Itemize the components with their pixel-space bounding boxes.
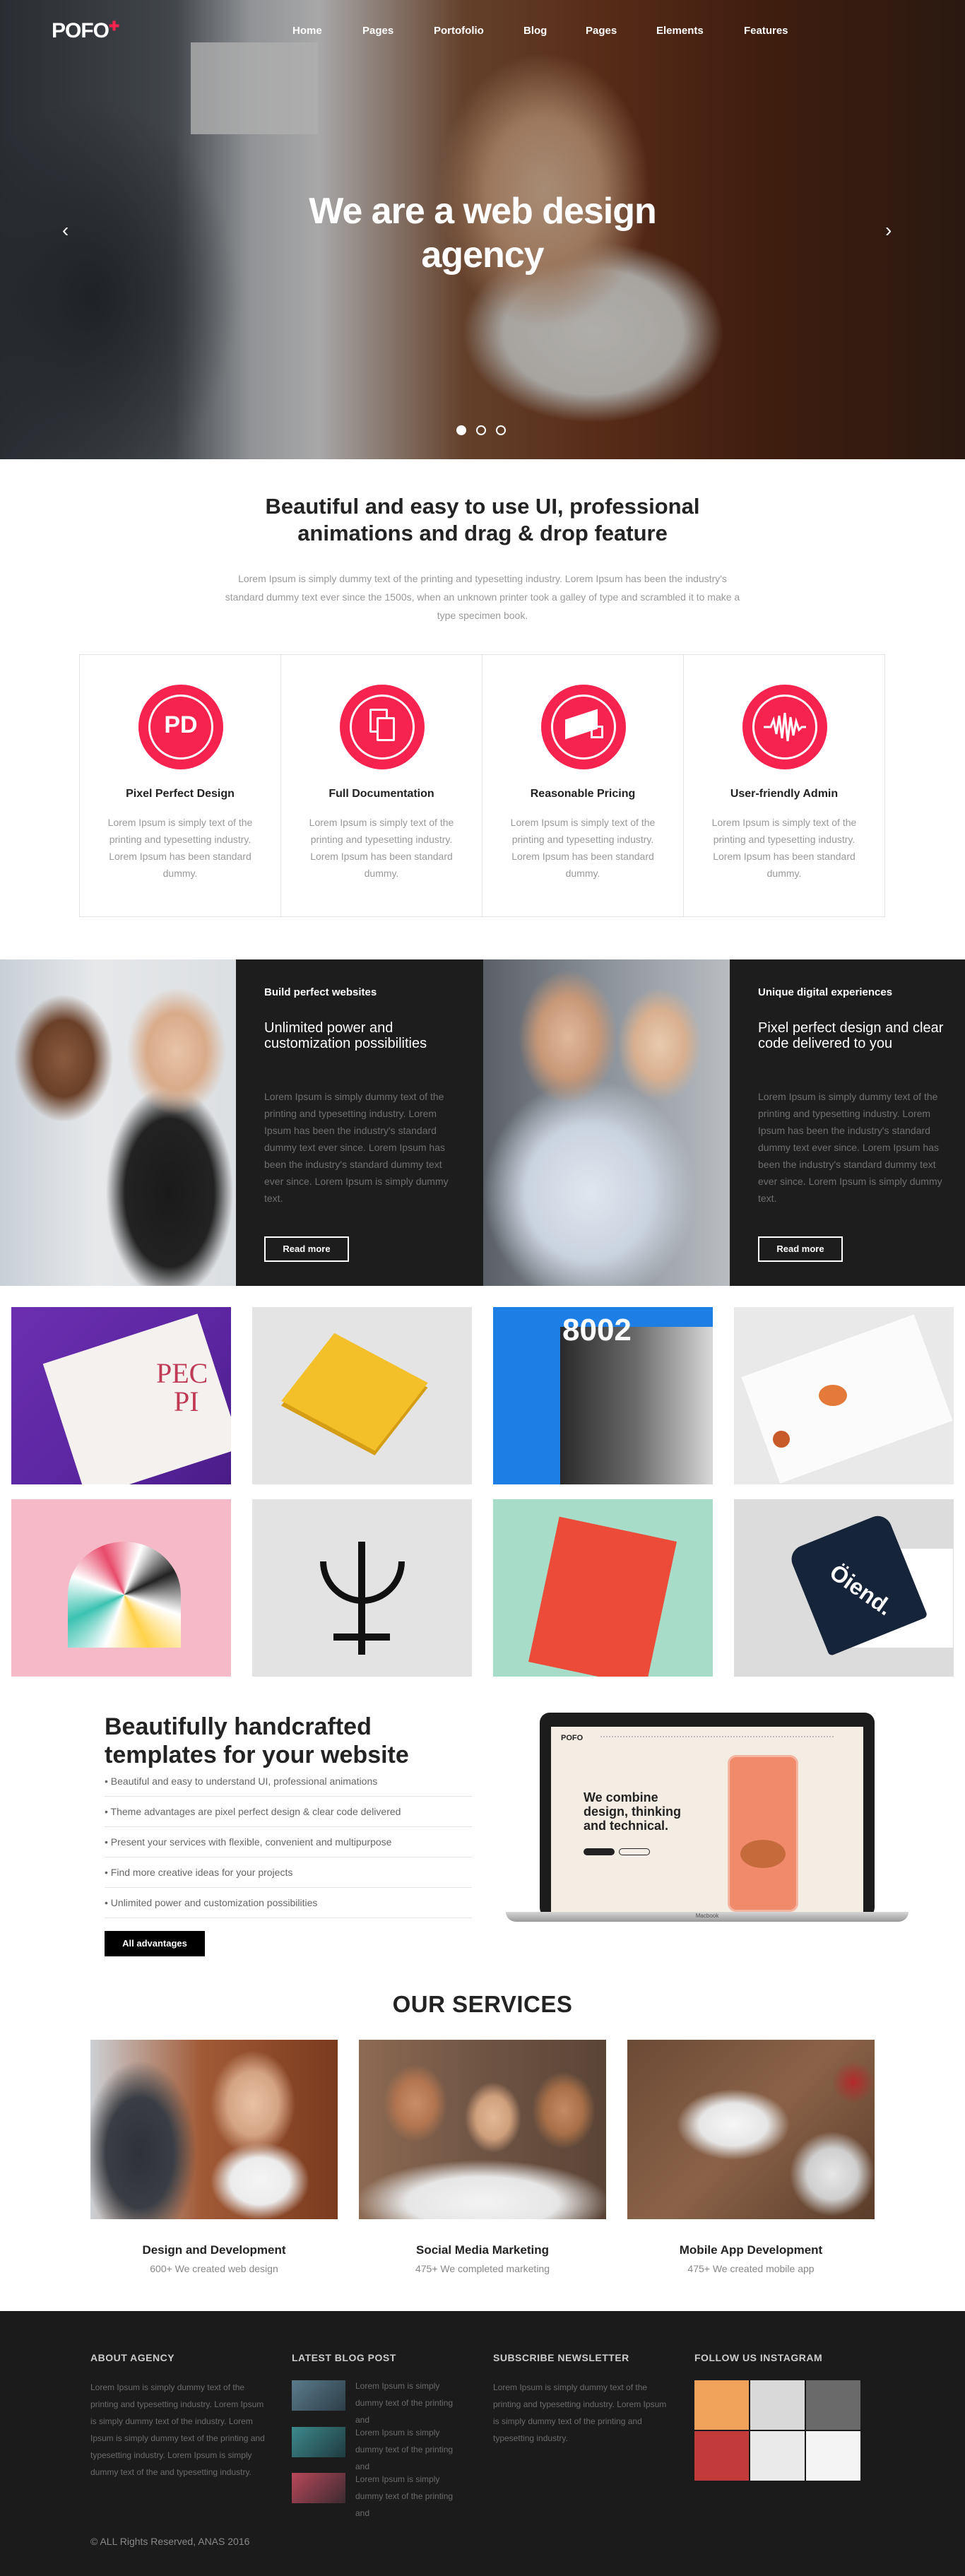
service-image[interactable] xyxy=(90,2040,338,2219)
services-heading: OUR SERVICES xyxy=(392,1991,573,2017)
instagram-photo[interactable] xyxy=(694,2431,749,2481)
strip-panel: Build perfect websites Unlimited power a… xyxy=(236,959,483,1286)
instagram-photo[interactable] xyxy=(694,2380,749,2430)
nav-pages-2[interactable]: Pages xyxy=(586,25,617,37)
slider-dot-3[interactable] xyxy=(496,425,506,435)
all-advantages-button[interactable]: All advantages xyxy=(105,1931,205,1956)
feature-text: Lorem Ipsum is simply text of the printi… xyxy=(107,817,253,879)
portfolio-item[interactable]: 8002 xyxy=(493,1307,713,1484)
laptop-mockup: POFO We combine design, thinking and tec… xyxy=(540,1713,875,1918)
service-subtitle: 475+ We completed marketing xyxy=(415,2263,550,2274)
footer-about-heading: ABOUT AGENCY xyxy=(90,2352,175,2363)
strip-photo-women xyxy=(0,959,236,1286)
footer-newsletter-text: Lorem Ipsum is simply dummy text of the … xyxy=(493,2382,667,2443)
feature-card: PD Pixel Perfect Design Lorem Ipsum is s… xyxy=(79,654,281,917)
strip-text: Lorem Ipsum is simply dummy text of the … xyxy=(264,1091,449,1204)
pd-icon: PD xyxy=(138,685,223,769)
nav-home[interactable]: Home xyxy=(292,25,322,37)
logo-plus-icon: ✚ xyxy=(109,19,119,33)
strip-text: Lorem Ipsum is simply dummy text of the … xyxy=(758,1091,942,1204)
copyright-icon: © xyxy=(90,2536,98,2547)
slider-next-icon[interactable]: › xyxy=(885,219,892,242)
laptop-base: Macbook xyxy=(506,1912,908,1922)
blog-thumb[interactable] xyxy=(292,2473,345,2503)
feature-title: User-friendly Admin xyxy=(730,788,839,800)
read-more-button[interactable]: Read more xyxy=(758,1236,843,1262)
hero-title: We are a web design agency xyxy=(309,191,657,276)
blog-post-link[interactable]: Lorem Ipsum is simply dummy text of the … xyxy=(355,2424,468,2475)
service-title[interactable]: Design and Development xyxy=(90,2243,338,2257)
advantage-item: • Find more creative ideas for your proj… xyxy=(105,1857,472,1888)
service-title[interactable]: Mobile App Development xyxy=(627,2243,875,2257)
footer-blog-heading: LATEST BLOG POST xyxy=(292,2352,396,2363)
advantage-item: • Beautiful and easy to understand UI, p… xyxy=(105,1766,472,1797)
feature-title: Full Documentation xyxy=(328,788,434,800)
templates-title: Beautifully handcrafted templates for yo… xyxy=(105,1713,409,1768)
read-more-button[interactable]: Read more xyxy=(264,1236,349,1262)
footer: ABOUT AGENCY Lorem Ipsum is simply dummy… xyxy=(0,2311,965,2576)
portfolio-item[interactable] xyxy=(493,1499,713,1677)
advantage-item: • Theme advantages are pixel perfect des… xyxy=(105,1797,472,1827)
portfolio-item[interactable]: Öiend. xyxy=(734,1499,954,1677)
instagram-photo[interactable] xyxy=(750,2431,805,2481)
service-subtitle: 475+ We created mobile app xyxy=(687,2263,815,2274)
portfolio-item[interactable]: PEC PI xyxy=(11,1307,231,1484)
footer-newsletter-heading: SUBSCRIBE NEWSLETTER xyxy=(493,2352,629,2363)
nav-pages[interactable]: Pages xyxy=(362,25,393,37)
feature-title: Reasonable Pricing xyxy=(530,788,636,800)
instagram-photo[interactable] xyxy=(806,2380,860,2430)
laptop-screen: POFO We combine design, thinking and tec… xyxy=(551,1727,863,1912)
logo[interactable]: POFO✚ xyxy=(52,19,119,43)
feature-text: Lorem Ipsum is simply text of the printi… xyxy=(510,817,656,879)
waveform-icon xyxy=(742,685,827,769)
feature-card: Full Documentation Lorem Ipsum is simply… xyxy=(280,654,482,917)
nav-blog[interactable]: Blog xyxy=(523,25,547,37)
feature-text: Lorem Ipsum is simply text of the printi… xyxy=(711,817,857,879)
service-subtitle: 600+ We created web design xyxy=(150,2263,278,2274)
intro-text: Lorem Ipsum is simply dummy text of the … xyxy=(225,573,740,621)
intro-title: Beautiful and easy to use UI, profession… xyxy=(265,494,700,545)
documents-icon xyxy=(340,685,425,769)
footer-instagram-heading: FOLLOW US INSTAGRAM xyxy=(694,2352,823,2363)
price-tag-icon xyxy=(541,685,626,769)
blog-thumb[interactable] xyxy=(292,2427,345,2457)
portfolio-text: PI xyxy=(174,1386,199,1417)
portfolio-item[interactable] xyxy=(252,1499,472,1677)
service-title[interactable]: Social Media Marketing xyxy=(359,2243,606,2257)
blog-post-link[interactable]: Lorem Ipsum is simply dummy text of the … xyxy=(355,2471,468,2522)
strip-heading: Unlimited power and customization possib… xyxy=(264,1020,427,1051)
laptop-headline: We combine design, thinking and technica… xyxy=(584,1790,681,1833)
service-image[interactable] xyxy=(359,2040,606,2219)
strip-panel: Unique digital experiences Pixel perfect… xyxy=(730,959,965,1286)
nav-features[interactable]: Features xyxy=(744,25,788,37)
slider-prev-icon[interactable]: ‹ xyxy=(62,219,69,242)
strip-kicker: Build perfect websites xyxy=(264,986,377,998)
slider-dot-2[interactable] xyxy=(476,425,486,435)
portfolio-item[interactable] xyxy=(252,1307,472,1484)
strip-kicker: Unique digital experiences xyxy=(758,986,893,998)
advantage-item: • Present your services with flexible, c… xyxy=(105,1827,472,1857)
portfolio-text: 8002 xyxy=(562,1313,632,1347)
portfolio-item[interactable] xyxy=(11,1499,231,1677)
nav-elements[interactable]: Elements xyxy=(656,25,704,37)
service-image[interactable] xyxy=(627,2040,875,2219)
instagram-photo[interactable] xyxy=(806,2431,860,2481)
feature-title: Pixel Perfect Design xyxy=(126,788,235,800)
nav-portofolio[interactable]: Portofolio xyxy=(434,25,484,37)
laptop-logo: POFO xyxy=(561,1734,584,1742)
portfolio-item[interactable] xyxy=(734,1307,954,1484)
feature-card: User-friendly Admin Lorem Ipsum is simpl… xyxy=(683,654,885,917)
blog-thumb[interactable] xyxy=(292,2380,345,2411)
advantage-item: • Unlimited power and customization poss… xyxy=(105,1888,472,1918)
instagram-photo[interactable] xyxy=(750,2380,805,2430)
footer-about-text: Lorem Ipsum is simply dummy text of the … xyxy=(90,2382,265,2477)
feature-card: Reasonable Pricing Lorem Ipsum is simply… xyxy=(482,654,684,917)
feature-text: Lorem Ipsum is simply text of the printi… xyxy=(309,817,454,879)
copyright: © ALL Rights Reserved, ANAS 2016 xyxy=(90,2536,250,2547)
blog-post-link[interactable]: Lorem Ipsum is simply dummy text of the … xyxy=(355,2377,468,2428)
slider-dot-1[interactable] xyxy=(456,425,466,435)
strip-heading: Pixel perfect design and clear code deli… xyxy=(758,1020,944,1051)
strip-photo-team xyxy=(483,959,730,1286)
